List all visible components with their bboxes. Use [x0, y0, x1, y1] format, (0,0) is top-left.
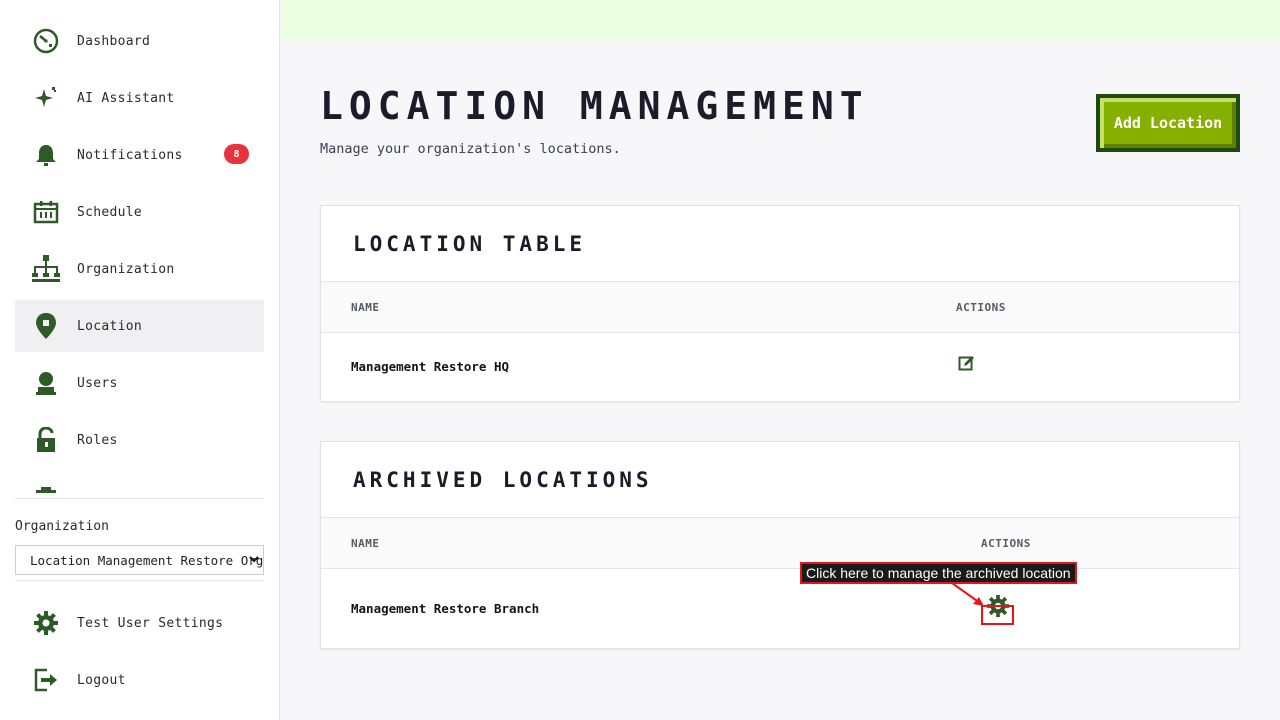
user-settings-link[interactable]: Test User Settings [15, 597, 264, 649]
sidebar-item-organization[interactable]: Organization [15, 243, 264, 295]
annotation-target-box [981, 605, 1014, 625]
dashboard-icon [30, 25, 62, 57]
sidebar-item-roles[interactable]: Roles [15, 414, 264, 466]
logout-icon [30, 664, 62, 696]
notification-count-badge: 8 [224, 144, 249, 164]
more-item-icon [30, 481, 62, 493]
organization-select-value: Location Management Restore Org [30, 552, 264, 568]
location-table-card: LOCATION TABLE NAME ACTIONS Management R… [320, 205, 1240, 402]
archived-locations-card: ARCHIVED LOCATIONS NAME ACTIONS Manageme… [320, 441, 1240, 649]
edit-icon[interactable] [958, 354, 976, 376]
page-title: LOCATION MANAGEMENT [320, 84, 869, 128]
location-name-cell: Management Restore HQ [351, 359, 510, 374]
page-subtitle: Manage your organization's locations. [320, 141, 621, 157]
sidebar-divider [15, 498, 264, 499]
org-chart-icon [30, 253, 62, 285]
sidebar-item-label: Location [77, 318, 143, 334]
sidebar-item-ai-assistant[interactable]: AI Assistant [15, 72, 264, 124]
sparkle-icon [30, 82, 62, 114]
calendar-icon [30, 196, 62, 228]
sidebar-item-more[interactable] [15, 471, 264, 493]
sidebar-item-label: Dashboard [77, 33, 151, 49]
table-row: Management Restore HQ [321, 333, 1239, 401]
user-settings-label: Test User Settings [77, 615, 224, 631]
top-banner [281, 0, 1280, 40]
bell-icon [30, 139, 62, 171]
sidebar-item-location[interactable]: Location [15, 300, 264, 352]
archived-location-name-cell: Management Restore Branch [351, 601, 540, 616]
archived-locations-title: ARCHIVED LOCATIONS [321, 442, 1239, 518]
column-header-name[interactable]: NAME [351, 537, 380, 550]
sidebar-item-notifications[interactable]: Notifications 8 [15, 129, 264, 181]
sidebar-item-label: Roles [77, 432, 118, 448]
sidebar-nav: Dashboard AI Assistant Notifications 8 S… [15, 15, 264, 493]
location-table-header: NAME ACTIONS [321, 282, 1239, 333]
gear-icon [30, 607, 62, 639]
sidebar-item-label: AI Assistant [77, 90, 175, 106]
sidebar-item-label: Schedule [77, 204, 143, 220]
lock-icon [30, 424, 62, 456]
sidebar-item-label: Users [77, 375, 118, 391]
sidebar-item-label: Organization [77, 261, 175, 277]
logout-link[interactable]: Logout [15, 654, 264, 706]
sidebar-item-label: Notifications [77, 147, 183, 163]
logout-label: Logout [77, 672, 126, 688]
add-location-button[interactable]: Add Location [1096, 94, 1240, 152]
sidebar-item-users[interactable]: Users [15, 357, 264, 409]
column-header-actions: ACTIONS [981, 537, 1031, 550]
table-row: Management Restore Branch [321, 569, 1239, 637]
sidebar-divider [15, 580, 264, 581]
location-pin-icon [30, 310, 62, 342]
sidebar-item-schedule[interactable]: Schedule [15, 186, 264, 238]
organization-label: Organization [15, 519, 109, 534]
location-table-title: LOCATION TABLE [321, 206, 1239, 282]
column-header-actions: ACTIONS [956, 301, 1006, 314]
annotation-tooltip: Click here to manage the archived locati… [800, 562, 1077, 584]
sidebar-item-dashboard[interactable]: Dashboard [15, 15, 264, 67]
chevron-down-icon [249, 553, 259, 567]
column-header-name[interactable]: NAME [351, 301, 380, 314]
organization-select[interactable]: Location Management Restore Org [15, 545, 264, 575]
user-icon [30, 367, 62, 399]
archived-table-header: NAME ACTIONS [321, 518, 1239, 569]
sidebar: Dashboard AI Assistant Notifications 8 S… [0, 0, 280, 720]
